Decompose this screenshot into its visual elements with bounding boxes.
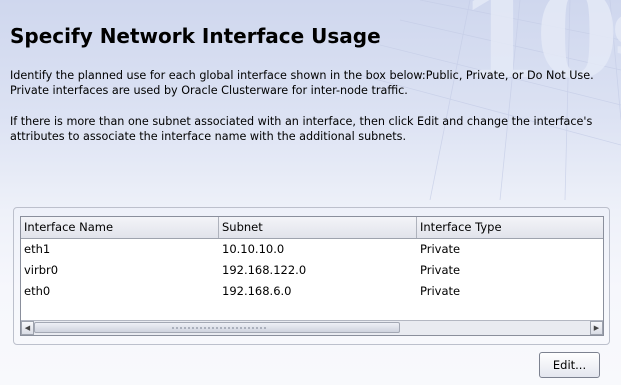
column-header-interface-name[interactable]: Interface Name — [21, 217, 219, 238]
table-row[interactable]: eth1 10.10.10.0 Private — [21, 239, 603, 260]
arrow-left-icon[interactable]: ◀ — [21, 321, 34, 335]
cell-interface-type[interactable]: Private — [417, 260, 603, 281]
cell-subnet: 192.168.122.0 — [222, 263, 307, 277]
page-title: Specify Network Interface Usage — [10, 24, 381, 48]
cell-interface-type[interactable]: Private — [417, 281, 603, 302]
instructions-paragraph-2: If there is more than one subnet associa… — [10, 115, 593, 143]
table-row[interactable]: virbr0 192.168.122.0 Private — [21, 260, 603, 281]
edit-button[interactable]: Edit... — [539, 352, 600, 378]
scrollbar-grip — [171, 326, 267, 330]
cell-interface-name: eth0 — [24, 284, 51, 298]
arrow-right-icon[interactable]: ▶ — [590, 321, 603, 335]
cell-subnet: 10.10.10.0 — [222, 242, 285, 256]
cell-interface-name: eth1 — [24, 242, 51, 256]
scrollbar-thumb[interactable] — [34, 322, 400, 333]
cell-interface-name: virbr0 — [24, 263, 59, 277]
table-row[interactable]: eth0 192.168.6.0 Private — [21, 281, 603, 302]
cell-subnet: 192.168.6.0 — [222, 284, 292, 298]
column-header-interface-type[interactable]: Interface Type — [417, 217, 603, 238]
logo-sup-text: g — [613, 0, 621, 56]
cell-interface-type[interactable]: Private — [417, 239, 603, 260]
horizontal-scrollbar[interactable]: ◀ ▶ — [21, 320, 603, 335]
table-header: Interface Name Subnet Interface Type — [21, 217, 603, 239]
instructions-paragraph-1: Identify the planned use for each global… — [10, 69, 594, 97]
column-header-subnet[interactable]: Subnet — [219, 217, 417, 238]
interface-table: Interface Name Subnet Interface Type eth… — [20, 216, 604, 336]
